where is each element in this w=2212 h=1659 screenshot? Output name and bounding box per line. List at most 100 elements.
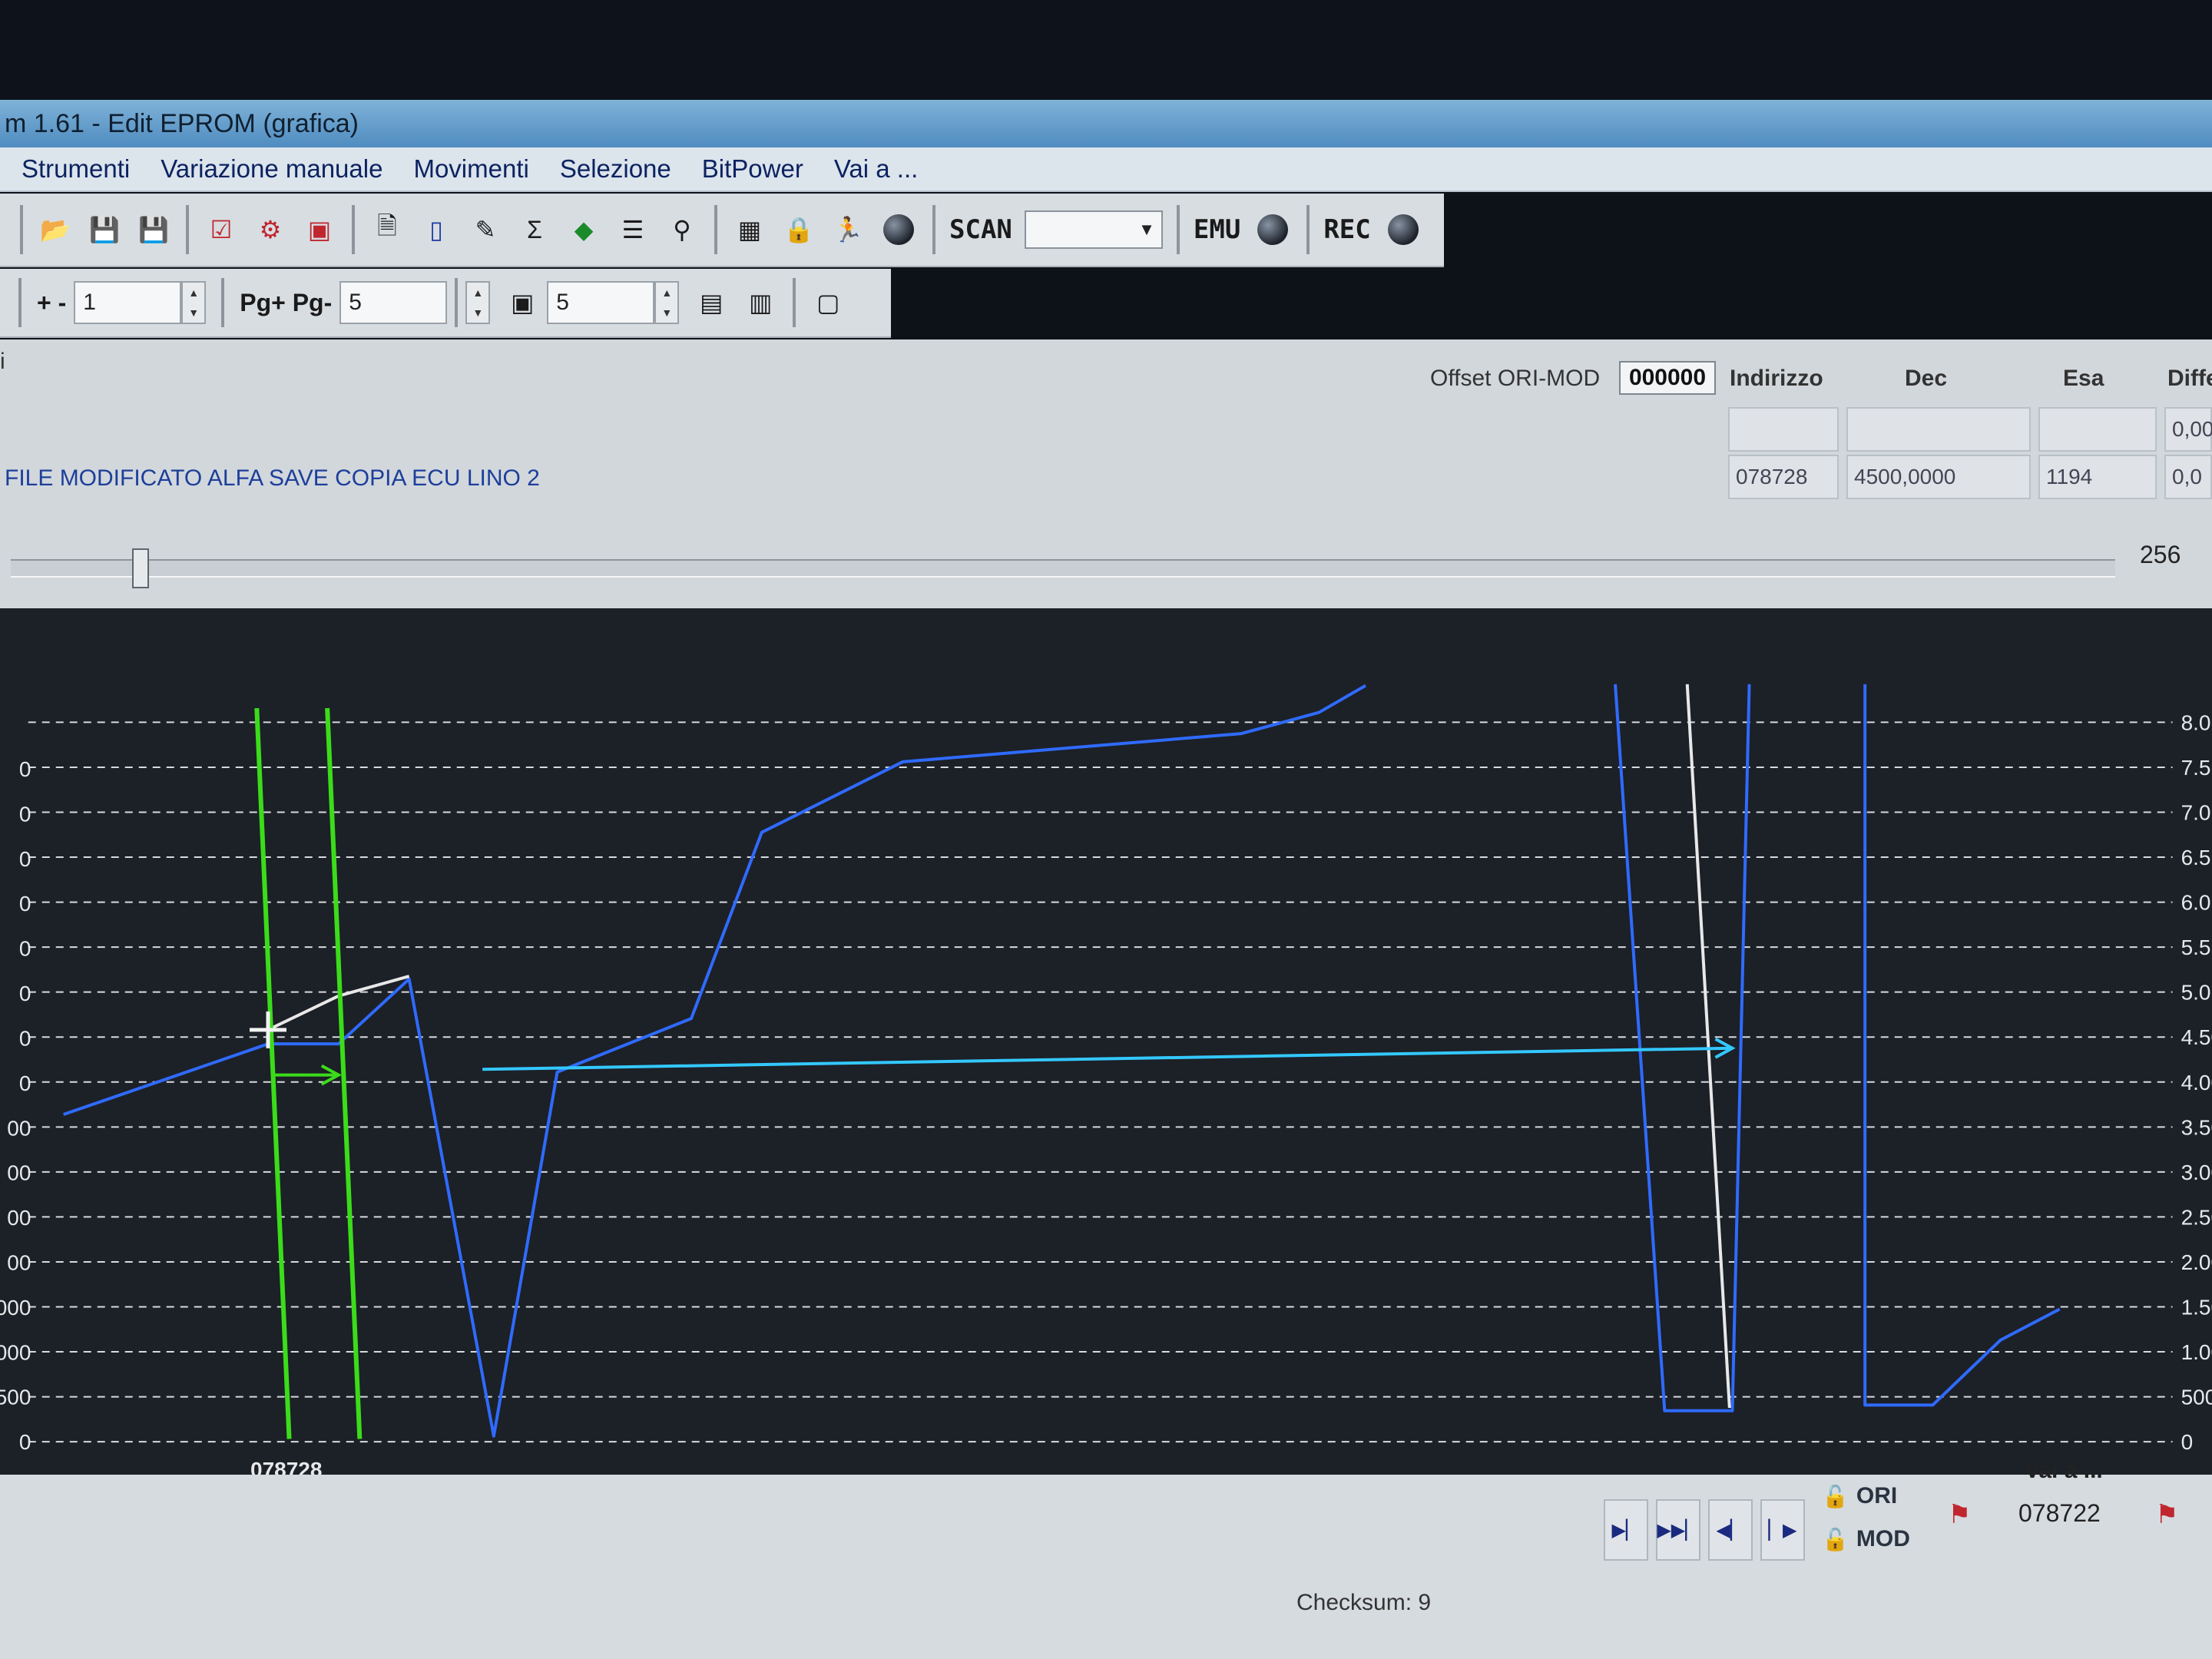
chevron-down-icon: ▼ <box>1138 220 1155 239</box>
skip-forward-icon[interactable]: ▶▶▏ <box>1656 1499 1700 1561</box>
edit-icon[interactable]: ✎ <box>467 211 504 248</box>
toolbar-separator <box>714 205 717 254</box>
scan-label: SCAN <box>949 214 1012 245</box>
m-button-icon[interactable]: ▤ <box>693 284 730 321</box>
zoom-slider-track[interactable] <box>11 559 2115 578</box>
arrow-line <box>482 1046 1733 1071</box>
menu-strumenti[interactable]: Strumenti <box>22 154 130 184</box>
right-tick-label: 0 <box>2181 1430 2194 1454</box>
pause-play-icon[interactable]: ▏▶ <box>1760 1499 1805 1561</box>
series-line <box>1685 684 1731 1409</box>
plusminus-input[interactable]: 1 <box>74 281 182 324</box>
left-tick-label: 0 <box>19 1430 31 1454</box>
window-icon[interactable]: ▦ <box>731 211 768 248</box>
page-spinner[interactable]: ▲ ▼ <box>465 281 491 324</box>
vai-a-label: Vai a ... <box>2025 1458 2103 1483</box>
col-esa: Esa <box>2063 366 2104 391</box>
right-tick-label: 6.0 <box>2181 891 2211 915</box>
main-toolbar: 📂 💾 💾 ☑ ⚙ ▣ 🗎 ▯ ✎ Σ ◆ ☰ ⚲ ▦ 🔒 🏃 SCAN ▼ E… <box>0 194 1444 267</box>
toolbar-separator <box>455 278 459 327</box>
rec-led-icon[interactable] <box>1387 214 1419 245</box>
left-tick-label: 0 <box>19 757 31 781</box>
page-input[interactable]: 5 <box>339 281 448 324</box>
menu-selezione[interactable]: Selezione <box>560 154 671 184</box>
document-icon[interactable]: 🗎 <box>369 211 406 248</box>
offset-field[interactable]: 000000 <box>1619 361 1716 395</box>
right-tick-label: 5.5 <box>2181 935 2211 959</box>
row2-esa: 1194 <box>2038 455 2157 499</box>
left-tick-label: 0 <box>19 982 31 1005</box>
right-tick-label: 7.5 <box>2181 756 2211 780</box>
gear-icon[interactable]: ⚙ <box>252 211 289 248</box>
left-tick-label: 0 <box>19 892 31 916</box>
n-button-icon[interactable]: ▥ <box>742 284 779 321</box>
chart-area[interactable]: 8.0 7.5 7.0 6.5 6.0 5.5 5.0 4.50 4.00 3.50 3.00 2.5… <box>0 608 2212 1490</box>
toolbar-separator <box>221 278 225 327</box>
scan-dropdown[interactable]: ▼ <box>1024 210 1163 249</box>
lock-icon: 🔓 <box>1822 1484 1849 1508</box>
panel-letter: i <box>0 349 5 374</box>
menu-variazione-manuale[interactable]: Variazione manuale <box>161 154 382 184</box>
p-button-icon[interactable]: ▣ <box>504 284 541 321</box>
status-led-icon <box>883 214 914 245</box>
right-tick-label: 4.50 <box>2181 1025 2212 1049</box>
bookmark-icon[interactable]: ▯ <box>418 211 455 248</box>
run-icon[interactable]: 🏃 <box>830 211 866 248</box>
zoom-slider-thumb[interactable] <box>132 548 149 588</box>
emu-label: EMU <box>1193 214 1241 245</box>
ori-button[interactable]: 🔓 ORI <box>1822 1476 1937 1516</box>
skip-back-icon[interactable]: ◀▏ <box>1708 1499 1753 1561</box>
vai-a-value[interactable]: 078722 <box>2018 1499 2101 1528</box>
lock-icon: 🔓 <box>1822 1527 1849 1551</box>
sigma-icon[interactable]: Σ <box>516 211 553 248</box>
window-title: m 1.61 - Edit EPROM (grafica) <box>0 100 2212 147</box>
toolbar-separator <box>18 278 22 327</box>
save-icon[interactable]: 💾 <box>86 211 123 248</box>
left-tick-label: 000 <box>0 1296 31 1320</box>
flag-icon[interactable]: ⚑ <box>2155 1499 2178 1530</box>
left-tick-label: 00 <box>7 1251 31 1275</box>
eprom-graph[interactable]: 8.0 7.5 7.0 6.5 6.0 5.5 5.0 4.50 4.00 3.50 3.00 2.5… <box>0 608 2212 1490</box>
toolbar-separator <box>352 205 355 254</box>
plusminus-spinner[interactable]: ▲ ▼ <box>181 281 207 324</box>
info-panel: i Offset ORI-MOD 000000 Indirizzo Dec Es… <box>0 339 2212 608</box>
right-tick-label: 6.5 <box>2181 846 2211 869</box>
col-indirizzo: Indirizzo <box>1730 366 1823 391</box>
emu-led-icon[interactable] <box>1257 214 1289 245</box>
right-tick-label: 7.0 <box>2181 801 2211 825</box>
p-spinner[interactable]: ▲ ▼ <box>654 281 680 324</box>
binoculars-icon[interactable]: ⚲ <box>664 211 700 248</box>
row1-indirizzo <box>1728 407 1839 452</box>
file-name-label: FILE MODIFICATO ALFA SAVE COPIA ECU LINO… <box>5 465 540 491</box>
page-label: Pg+ Pg- <box>240 288 333 316</box>
row1-diff: 0,00 <box>2164 407 2212 452</box>
calendar-icon[interactable]: ▣ <box>301 211 338 248</box>
left-tick-label: 000 <box>0 1340 31 1364</box>
toolbar-separator <box>793 278 796 327</box>
check-icon[interactable]: ☑ <box>203 211 240 248</box>
secondary-toolbar: + - 1 ▲ ▼ Pg+ Pg- 5 ▲ ▼ ▣ 5 ▲ ▼ ▤ ▥ ▢ <box>0 269 891 338</box>
p-input[interactable]: 5 <box>547 281 655 324</box>
menu-vai-a[interactable]: Vai a ... <box>834 154 918 184</box>
step-forward-icon[interactable]: ▶▏ <box>1604 1499 1648 1561</box>
u-button-icon[interactable]: ▢ <box>810 284 846 321</box>
menu-bitpower[interactable]: BitPower <box>702 154 803 184</box>
offset-label: Offset ORI-MOD <box>1430 366 1601 391</box>
flag-icon[interactable]: ⚑ <box>1948 1499 1971 1530</box>
right-tick-label: 5.0 <box>2181 981 2211 1005</box>
screen-top-bezel <box>0 0 2212 100</box>
rec-label: REC <box>1323 214 1371 245</box>
toolbar-separator <box>186 205 189 254</box>
left-tick-label: 0 <box>19 802 31 826</box>
lock-icon[interactable]: 🔒 <box>780 211 817 248</box>
col-diff: Diffe <box>2167 366 2212 391</box>
paint-icon[interactable]: ◆ <box>565 211 602 248</box>
right-tick-label: 2.50 <box>2181 1205 2212 1229</box>
open-folder-icon[interactable]: 📂 <box>37 211 74 248</box>
mod-button[interactable]: 🔓 MOD <box>1822 1519 1937 1559</box>
menu-movimenti[interactable]: Movimenti <box>413 154 528 184</box>
left-tick-label: 0 <box>19 1071 31 1095</box>
ori-label: ORI <box>1856 1483 1898 1508</box>
save-as-icon[interactable]: 💾 <box>135 211 172 248</box>
list-icon[interactable]: ☰ <box>614 211 651 248</box>
